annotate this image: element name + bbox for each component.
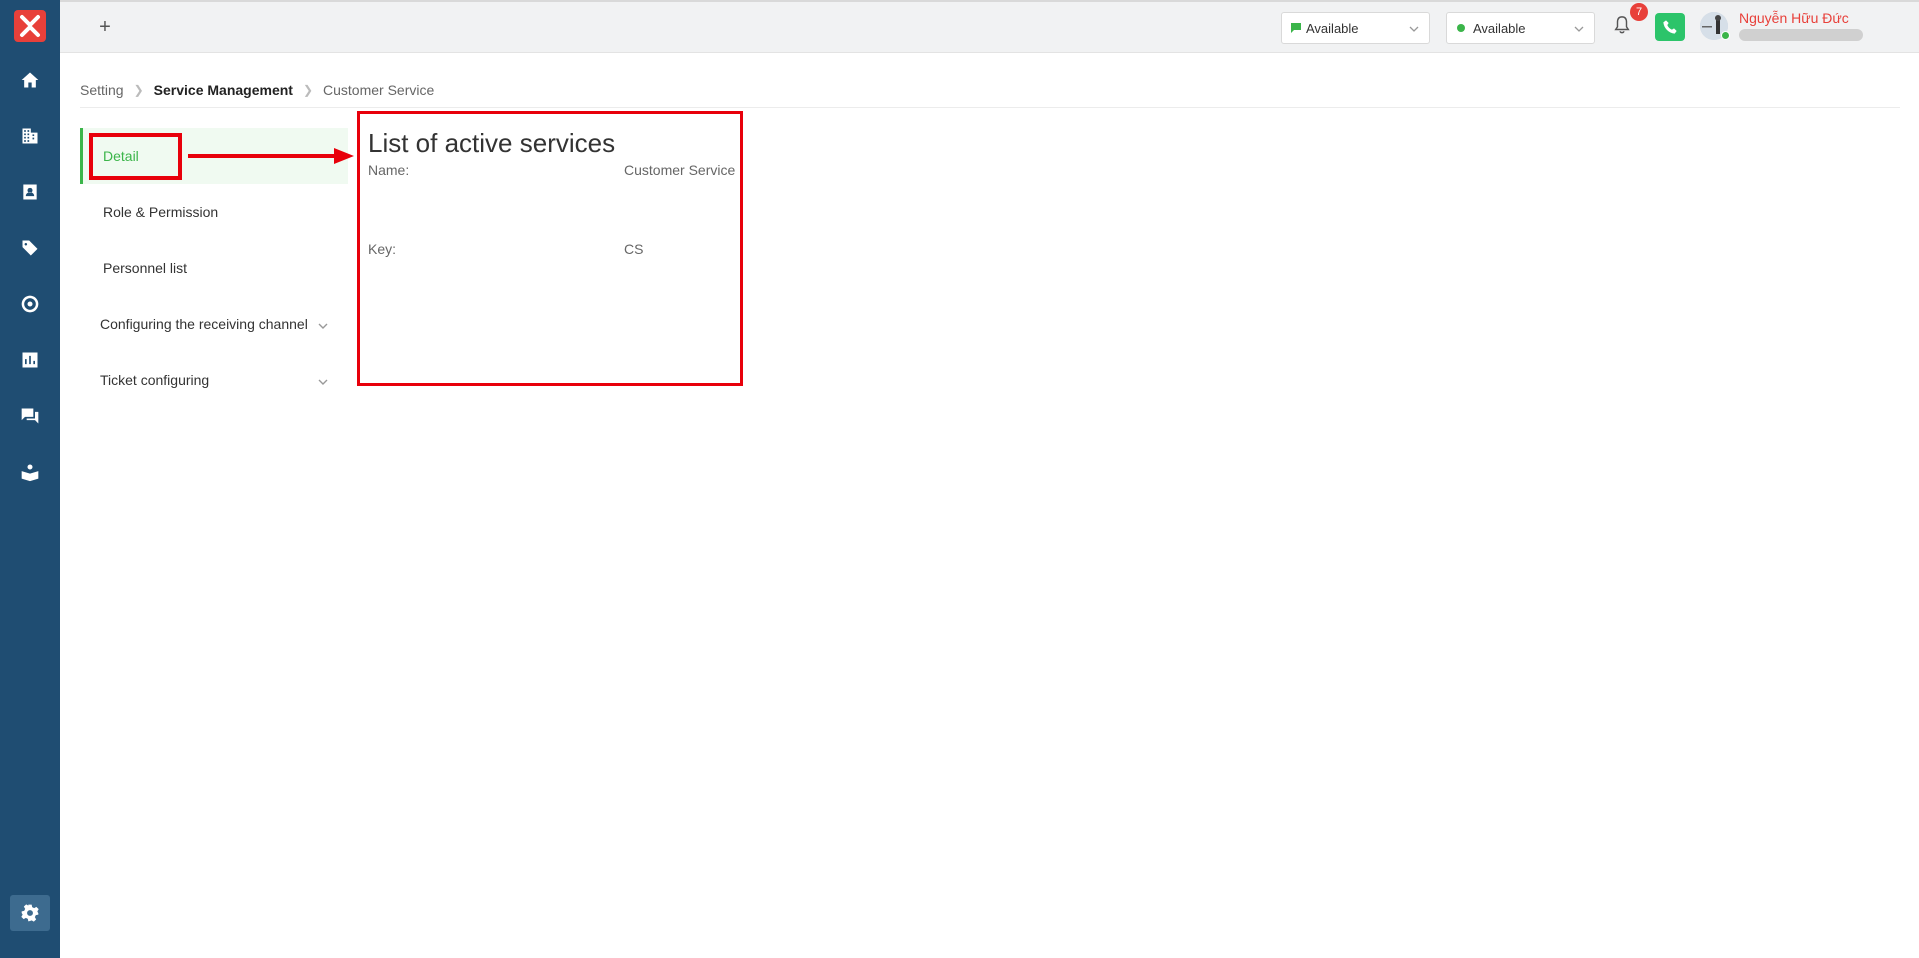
header-divider [80,107,1900,108]
call-status-value: Available [1473,20,1526,36]
building-icon [22,128,38,144]
breadcrumb-setting[interactable]: Setting [80,82,124,98]
reader-icon [21,464,39,482]
app-root: + Available Available 7 Nguyễn Hữu Đức S… [0,0,1919,958]
menu-item-label: Personnel list [103,260,188,276]
status-dot-icon [1457,24,1465,32]
nav-knowledge[interactable] [0,454,60,490]
chat-status-value: Available [1306,20,1359,36]
menu-item-ticket-configuring[interactable]: Ticket configuring [80,352,348,408]
nav-contacts[interactable] [0,174,60,210]
breadcrumb-customer-service: Customer Service [323,82,435,98]
menu-item-label: Configuring the receiving channel [100,316,308,332]
chevron-down-icon [1409,22,1419,32]
nav-chat[interactable] [0,398,60,434]
chevron-right-icon: ❯ [302,83,314,97]
chevron-right-icon: ❯ [133,83,144,97]
annotation-highlight-detail [89,133,182,180]
menu-item-role-permission[interactable]: Role & Permission [80,184,348,240]
menu-item-receiving-channel[interactable]: Configuring the receiving channel [80,296,348,352]
annotation-highlight-panel [357,111,743,386]
chat-icon [21,408,39,424]
gear-icon [21,904,39,922]
breadcrumb-service-management[interactable]: Service Management [154,82,293,98]
chat-status-select[interactable]: Available [1281,12,1430,44]
nav-company[interactable] [0,118,60,154]
chevron-down-icon [318,318,328,329]
menu-item-label: Ticket configuring [100,372,210,388]
menu-item-personnel-list[interactable]: Personnel list [80,240,348,296]
phone-button[interactable] [1655,13,1685,41]
online-status-dot [1721,31,1730,40]
tag-icon [22,240,38,256]
home-icon [21,72,39,88]
notification-count-badge: 7 [1630,3,1648,21]
notification-bell-icon[interactable] [1613,15,1633,37]
nav-reports[interactable] [0,342,60,378]
annotation-arrow-icon [188,148,354,164]
phone-icon [1663,20,1677,34]
logo-x-icon [20,15,40,37]
menu-item-label: Role & Permission [103,204,219,220]
nav-tags[interactable] [0,230,60,266]
nav-automation[interactable] [0,286,60,322]
call-status-select[interactable]: Available [1446,12,1595,44]
chevron-down-icon [318,374,328,385]
breadcrumb: Setting ❯ Service Management ❯ Customer … [80,82,434,98]
user-name[interactable]: Nguyễn Hữu Đức [1739,10,1849,26]
contact-card-icon [23,184,37,200]
chevron-down-icon [1574,22,1584,32]
app-logo[interactable] [14,10,46,42]
sidebar [0,0,60,958]
target-icon [21,295,39,313]
nav-settings[interactable] [10,895,50,931]
chat-flag-icon [1291,23,1301,33]
user-subtitle-redacted [1739,29,1863,41]
nav-home[interactable] [0,62,60,98]
add-tab-button[interactable]: + [94,16,116,38]
chart-icon [22,352,38,368]
